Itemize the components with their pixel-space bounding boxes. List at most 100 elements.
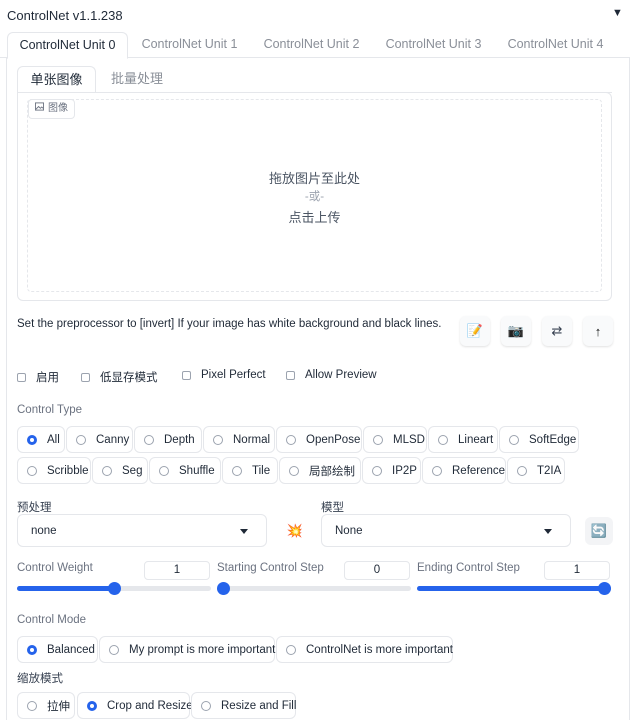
control-type-inpaint[interactable]: 局部绘制 <box>279 457 361 484</box>
slider-fill <box>17 586 114 591</box>
tab-controlnet-unit-1[interactable]: ControlNet Unit 1 <box>129 32 250 59</box>
image-label: 图像 <box>28 99 75 119</box>
control-type-openpose[interactable]: OpenPose <box>276 426 362 453</box>
radio-dot <box>159 465 169 476</box>
tab-controlnet-unit-4[interactable]: ControlNet Unit 4 <box>495 32 616 59</box>
radio-label: OpenPose <box>306 433 361 446</box>
radio-label: Seg <box>122 464 143 477</box>
starting-step-slider[interactable] <box>217 582 411 595</box>
control-type-reference[interactable]: Reference <box>422 457 506 484</box>
tab-batch[interactable]: 批量处理 <box>98 66 176 93</box>
pixel-perfect-checkbox[interactable]: Pixel Perfect <box>182 369 266 381</box>
radio-label: 局部绘制 <box>309 465 355 478</box>
starting-step-input[interactable]: 0 <box>344 561 410 580</box>
run-preprocessor-button[interactable]: 💥 <box>281 517 309 545</box>
starting-step-label: Starting Control Step <box>217 562 324 574</box>
radio-label: MLSD <box>393 433 425 446</box>
checkbox-label: Pixel Perfect <box>201 369 266 381</box>
checkbox-label: 启用 <box>36 372 59 384</box>
checkbox-box[interactable] <box>17 372 26 382</box>
control-type-scribble[interactable]: Scribble <box>17 457 91 484</box>
control-type-tile[interactable]: Tile <box>222 457 278 484</box>
slider-thumb[interactable] <box>598 582 611 595</box>
slider-fill <box>417 586 611 591</box>
control-type-ip2p[interactable]: IP2P <box>362 457 421 484</box>
radio-dot <box>27 465 37 476</box>
checkbox-box[interactable] <box>286 370 295 380</box>
drop-text-line1: 拖放图片至此处 <box>268 171 360 186</box>
tab-controlnet-unit-2[interactable]: ControlNet Unit 2 <box>251 32 372 59</box>
ending-step-slider[interactable] <box>417 582 611 595</box>
resize-mode-fill[interactable]: Resize and Fill <box>191 692 296 719</box>
radio-label: Normal <box>233 433 271 446</box>
model-value: None <box>335 524 363 537</box>
slider-thumb[interactable] <box>217 582 230 595</box>
camera-icon: 📷 <box>507 323 525 338</box>
image-label-text: 图像 <box>48 103 68 114</box>
checkbox-label: 低显存模式 <box>100 372 158 384</box>
refresh-models-button[interactable]: 🔄 <box>585 517 613 545</box>
control-type-mlsd[interactable]: MLSD <box>363 426 427 453</box>
radio-dot <box>372 465 382 476</box>
radio-label: SoftEdge <box>529 433 577 446</box>
radio-dot <box>109 644 119 655</box>
accordion-title[interactable]: ControlNet v1.1.238 <box>7 8 123 23</box>
control-weight-slider[interactable] <box>17 582 211 595</box>
control-mode-balanced[interactable]: Balanced <box>17 636 98 663</box>
resize-mode-label: 缩放模式 <box>17 673 63 685</box>
radio-dot <box>438 434 448 445</box>
tab-single-image[interactable]: 单张图像 <box>17 66 96 93</box>
tab-controlnet-unit-0[interactable]: ControlNet Unit 0 <box>7 32 128 59</box>
radio-label: Resize and Fill <box>221 699 297 712</box>
chevron-down-icon <box>240 529 248 534</box>
send-dimensions-icon: ↑ <box>594 323 602 339</box>
control-mode-controlnet[interactable]: ControlNet is more important <box>276 636 453 663</box>
send-dimensions-button[interactable]: ↑ <box>583 316 613 346</box>
control-type-lineart[interactable]: Lineart <box>428 426 498 453</box>
new-canvas-button[interactable]: 📝 <box>460 316 490 346</box>
image-icon <box>35 100 44 118</box>
low-vram-checkbox[interactable]: 低显存模式 <box>81 369 158 385</box>
resize-mode-stretch[interactable]: 拉伸 <box>17 692 75 719</box>
control-type-normal[interactable]: Normal <box>203 426 275 453</box>
radio-dot <box>517 465 527 476</box>
radio-label: Lineart <box>458 433 494 446</box>
checkbox-box[interactable] <box>81 372 90 382</box>
collapse-arrow-icon[interactable]: ▼ <box>612 7 623 19</box>
explosion-icon: 💥 <box>286 523 304 538</box>
control-weight-label: Control Weight <box>17 562 93 574</box>
preprocessor-value: none <box>31 524 57 537</box>
radio-label: Crop and Resize <box>107 699 193 712</box>
radio-dot <box>286 434 296 445</box>
model-select[interactable]: None <box>321 514 571 547</box>
control-type-seg[interactable]: Seg <box>92 457 148 484</box>
control-type-softedge[interactable]: SoftEdge <box>499 426 579 453</box>
invert-hint: Set the preprocessor to [invert] If your… <box>17 318 442 330</box>
webcam-button[interactable]: 📷 <box>501 316 531 346</box>
ending-step-input[interactable]: 1 <box>544 561 610 580</box>
radio-dot <box>289 465 299 476</box>
control-type-depth[interactable]: Depth <box>134 426 202 453</box>
radio-dot <box>432 465 442 476</box>
radio-dot <box>144 434 154 445</box>
drop-text-click: 点击上传 <box>288 210 341 225</box>
control-type-t2ia[interactable]: T2IA <box>507 457 565 484</box>
enable-checkbox[interactable]: 启用 <box>17 369 59 385</box>
radio-label: Tile <box>252 464 271 477</box>
radio-dot <box>87 700 97 711</box>
control-mode-prompt[interactable]: My prompt is more important <box>99 636 275 663</box>
resize-mode-crop[interactable]: Crop and Resize <box>77 692 193 719</box>
control-type-label: Control Type <box>17 404 82 416</box>
control-type-all[interactable]: All <box>17 426 65 453</box>
preprocessor-select[interactable]: none <box>17 514 267 547</box>
radio-label: 拉伸 <box>47 700 70 713</box>
allow-preview-checkbox[interactable]: Allow Preview <box>286 369 377 381</box>
control-weight-input[interactable]: 1 <box>144 561 210 580</box>
control-type-canny[interactable]: Canny <box>66 426 133 453</box>
checkbox-box[interactable] <box>182 370 191 380</box>
mirror-webcam-button[interactable]: ⇄ <box>542 316 572 346</box>
slider-thumb[interactable] <box>107 582 121 595</box>
tab-controlnet-unit-3[interactable]: ControlNet Unit 3 <box>373 32 494 59</box>
radio-dot <box>27 644 37 655</box>
control-type-shuffle[interactable]: Shuffle <box>149 457 221 484</box>
